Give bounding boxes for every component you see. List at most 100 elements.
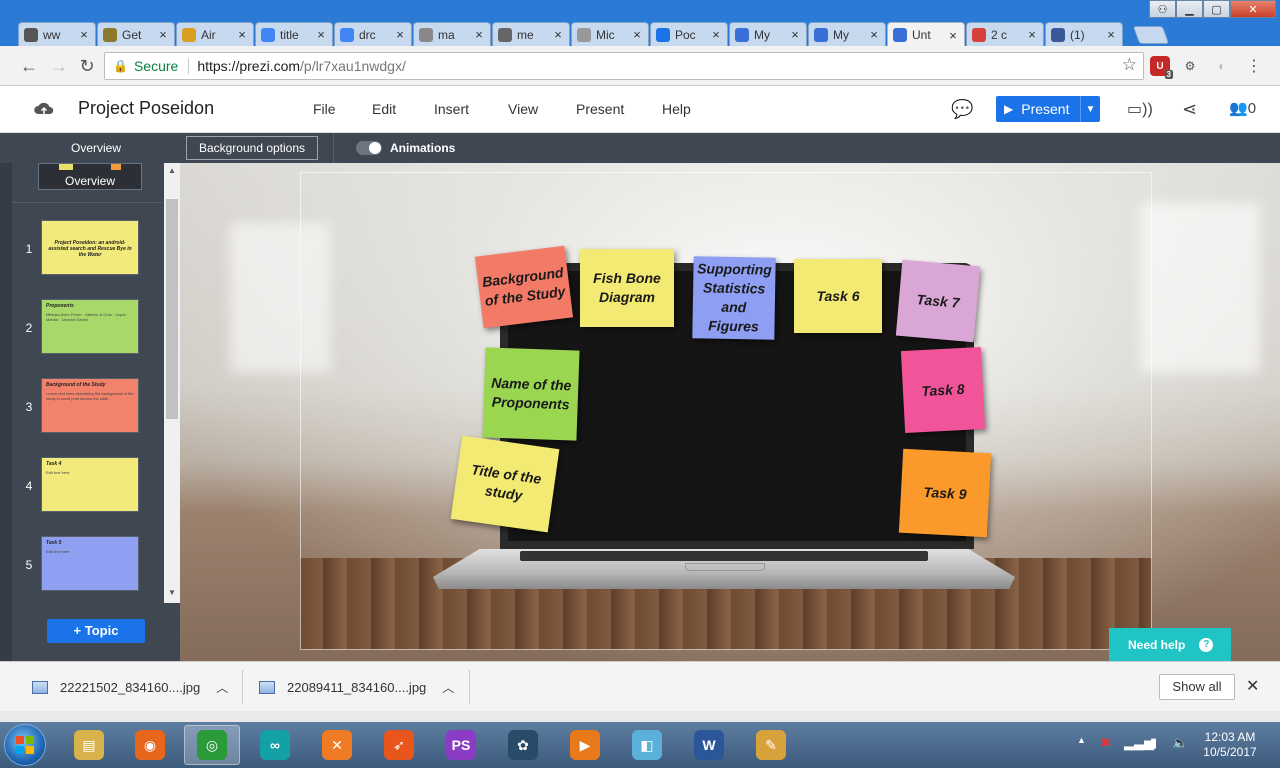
need-help-button[interactable]: Need help ?	[1109, 628, 1231, 661]
chevron-up-icon[interactable]: ︿	[216, 679, 228, 696]
menu-view[interactable]: View	[508, 101, 538, 117]
browser-tab[interactable]: Unt ×	[887, 22, 965, 47]
rocket-taskbar-button[interactable]: ➶	[371, 725, 427, 765]
menu-help[interactable]: Help	[662, 101, 691, 117]
sticky-note-task-8[interactable]: Task 8	[900, 346, 986, 434]
xampp-taskbar-button[interactable]: ✕	[309, 725, 365, 765]
slide-thumbnail[interactable]: Background of the Study Lorem text lines …	[41, 378, 139, 433]
sticky-note-task-6[interactable]: Task 6	[794, 259, 882, 333]
browser-tab[interactable]: Air ×	[176, 22, 254, 46]
firefox-taskbar-button[interactable]: ◉	[122, 725, 178, 765]
comments-icon[interactable]: 💬	[951, 99, 973, 120]
tab-close-icon[interactable]: ×	[157, 27, 169, 42]
user-icon[interactable]: ⚇	[1149, 0, 1176, 18]
sticky-note-fishbone[interactable]: Fish Bone Diagram	[580, 249, 674, 327]
slide-item[interactable]: 3 Background of the Study Lorem text lines…	[12, 378, 164, 438]
new-tab-button[interactable]	[1132, 26, 1170, 44]
sticky-note-title[interactable]: Title of the study	[450, 435, 560, 533]
tree-app-taskbar-button[interactable]: ✿	[495, 725, 551, 765]
tab-close-icon[interactable]: ×	[710, 27, 722, 42]
prezi-canvas[interactable]: Background of the Study Fish Bone Diagra…	[180, 163, 1280, 661]
forward-icon[interactable]: →	[48, 55, 70, 77]
slide-item[interactable]: 1 Project Poseidon: an android-assisted s…	[12, 220, 164, 280]
sticky-note-statistics[interactable]: Supporting Statistics and Figures	[692, 256, 776, 340]
browser-tab[interactable]: Get ×	[97, 22, 175, 46]
menu-insert[interactable]: Insert	[434, 101, 469, 117]
tab-close-icon[interactable]: ×	[789, 27, 801, 42]
paint-taskbar-button[interactable]: ✎	[743, 725, 799, 765]
address-bar[interactable]: 🔒 Secure https://prezi.com/p/lr7xau1nwdg…	[104, 52, 1144, 80]
browser-tab[interactable]: My ×	[808, 22, 886, 46]
chevron-down-icon[interactable]: ▼	[1080, 96, 1100, 122]
tab-close-icon[interactable]: ×	[552, 27, 564, 42]
volume-icon[interactable]: 🔈	[1172, 735, 1188, 751]
tab-close-icon[interactable]: ×	[236, 27, 248, 42]
network-warning-icon[interactable]: ✖	[1100, 735, 1111, 751]
power-icon[interactable]: ▮	[1150, 735, 1157, 751]
close-window-button[interactable]: ✕	[1230, 0, 1276, 18]
present-remotely-icon[interactable]: ▭))	[1127, 99, 1153, 119]
slide-item[interactable]: 5 Task 5 Edit text here	[12, 536, 164, 596]
start-button[interactable]	[4, 724, 46, 766]
present-button[interactable]: ▶ Present ▼	[996, 96, 1100, 122]
tab-close-icon[interactable]: ×	[868, 27, 880, 42]
tab-close-icon[interactable]: ×	[394, 27, 406, 42]
system-clock[interactable]: 12:03 AM 10/5/2017	[1195, 730, 1265, 760]
scroll-down-icon[interactable]: ▼	[164, 585, 180, 601]
tab-close-icon[interactable]: ×	[947, 28, 959, 43]
explorer-taskbar-button[interactable]: ▤	[61, 725, 117, 765]
browser-tab[interactable]: My ×	[729, 22, 807, 46]
sticky-note-task-9[interactable]: Task 9	[898, 448, 992, 538]
word-taskbar-button[interactable]: W	[681, 725, 737, 765]
slide-thumbnail[interactable]: Project Poseidon: an android-assisted se…	[41, 220, 139, 275]
video-app-taskbar-button[interactable]: ▶	[557, 725, 613, 765]
tab-close-icon[interactable]: ×	[1105, 27, 1117, 42]
browser-tab[interactable]: ma ×	[413, 22, 491, 46]
maximize-button[interactable]: ▢	[1203, 0, 1230, 18]
minimize-button[interactable]: ▁	[1176, 0, 1203, 18]
tab-close-icon[interactable]: ×	[631, 27, 643, 42]
overview-tab[interactable]: Overview	[12, 133, 180, 163]
slide-item[interactable]: 4 Task 4 Edit text here	[12, 457, 164, 517]
bookmark-star-icon[interactable]: ☆	[1122, 55, 1137, 75]
show-all-button[interactable]: Show all	[1159, 674, 1235, 700]
browser-tab[interactable]: me ×	[492, 22, 570, 46]
sticky-note-proponents[interactable]: Name of the Proponents	[482, 347, 580, 441]
menu-present[interactable]: Present	[576, 101, 624, 117]
add-topic-button[interactable]: + Topic	[47, 619, 145, 643]
extension-icon[interactable]: ⚙	[1180, 56, 1200, 76]
animations-toggle[interactable]	[356, 141, 382, 155]
overview-thumbnail[interactable]: Overview	[38, 163, 142, 190]
menu-file[interactable]: File	[313, 101, 336, 117]
browser-tab[interactable]: Poc ×	[650, 22, 728, 46]
chrome-menu-icon[interactable]: ⋮	[1244, 56, 1264, 76]
sticky-note-background[interactable]: Background of the Study	[474, 245, 574, 329]
collaborators-icon[interactable]: 👥0	[1229, 99, 1256, 117]
slide-item[interactable]: 2 Proponents Mitsuko Aciro Ferrer · Albert…	[12, 299, 164, 359]
slide-thumbnail[interactable]: Task 4 Edit text here	[41, 457, 139, 512]
close-icon[interactable]: ✕	[1246, 676, 1259, 696]
browser-tab[interactable]: 2 c ×	[966, 22, 1044, 46]
tab-close-icon[interactable]: ×	[78, 27, 90, 42]
download-item[interactable]: 22221502_834160....jpg ︿	[32, 662, 228, 712]
tab-close-icon[interactable]: ×	[1026, 27, 1038, 42]
browser-tab[interactable]: Mic ×	[571, 22, 649, 46]
background-options-button[interactable]: Background options	[186, 136, 318, 160]
cloud-sync-icon[interactable]	[33, 99, 55, 119]
presentation-title[interactable]: Project Poseidon	[78, 98, 214, 119]
sticky-note-task-7[interactable]: Task 7	[895, 259, 981, 343]
slide-thumbnail[interactable]: Proponents Mitsuko Aciro Ferrer · Alberto…	[41, 299, 139, 354]
share-icon[interactable]: ⋖	[1182, 99, 1197, 120]
browser-tab[interactable]: (1) ×	[1045, 22, 1123, 46]
chevron-up-icon[interactable]: ︿	[442, 679, 454, 696]
chrome-taskbar-button[interactable]: ◎	[184, 725, 240, 765]
back-icon[interactable]: ←	[18, 55, 40, 77]
browser-tab[interactable]: ww ×	[18, 22, 96, 46]
browser-tab[interactable]: drc ×	[334, 22, 412, 46]
scrollbar-thumb[interactable]	[166, 199, 178, 419]
show-hidden-icons[interactable]: ▲	[1077, 735, 1086, 745]
slide-thumbnail[interactable]: Task 5 Edit text here	[41, 536, 139, 591]
phpstorm-taskbar-button[interactable]: PS	[433, 725, 489, 765]
tab-close-icon[interactable]: ×	[315, 27, 327, 42]
extension-disabled-icon[interactable]: ◐	[1212, 56, 1232, 76]
